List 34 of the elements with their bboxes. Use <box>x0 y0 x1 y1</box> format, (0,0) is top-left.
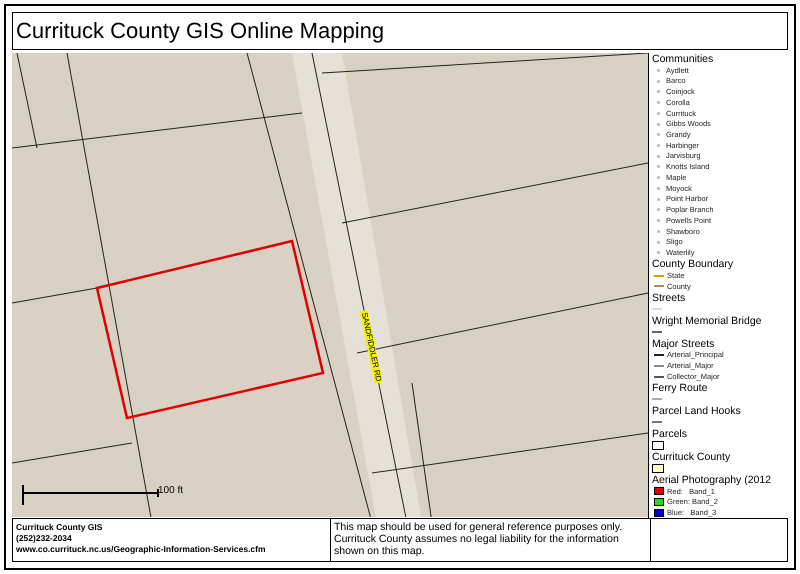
point-icon <box>657 240 660 244</box>
point-icon <box>657 154 660 158</box>
legend-heading: County Boundary <box>652 258 734 270</box>
map-title: Currituck County GIS Online Mapping <box>16 20 384 42</box>
point-icon <box>657 68 660 72</box>
point-icon <box>657 198 660 201</box>
contact-text: (252)232-2034 <box>16 533 73 544</box>
legend-heading: Streets <box>652 292 686 304</box>
point-icon <box>657 90 660 94</box>
contact-text: www.co.currituck.nc.us/Geographic-Information-Services.cfm <box>16 544 267 555</box>
legend-heading: Ferry Route <box>652 382 708 394</box>
disclaimer-text: This map should be used for general reference purposes only. Currituck County assumes no legal liability for the information shown on this map. <box>334 521 624 557</box>
point-icon <box>657 176 660 180</box>
contact-text: Currituck County GIS <box>16 522 104 533</box>
point-icon <box>657 208 660 212</box>
point-icon <box>657 112 660 115</box>
legend-heading: Currituck County <box>652 450 732 463</box>
legend-heading: Aerial Photography (2012 <box>652 474 772 486</box>
scale-label: 100 ft <box>158 486 184 496</box>
point-icon <box>657 122 660 126</box>
point-icon <box>657 219 660 222</box>
point-icon <box>657 165 660 168</box>
point-icon <box>657 80 660 83</box>
legend-heading: Major Streets <box>652 338 716 350</box>
legend-heading: Communities <box>652 53 714 65</box>
legend-heading: Wright Memorial Bridge <box>652 314 763 327</box>
legend-heading: Parcel Land Hooks <box>652 404 742 417</box>
point-icon <box>657 133 660 136</box>
point-icon <box>657 251 660 254</box>
point-icon <box>657 230 660 233</box>
point-icon <box>657 101 660 104</box>
legend-heading: Parcels <box>652 428 688 440</box>
point-icon <box>657 144 660 147</box>
point-icon <box>657 186 660 190</box>
